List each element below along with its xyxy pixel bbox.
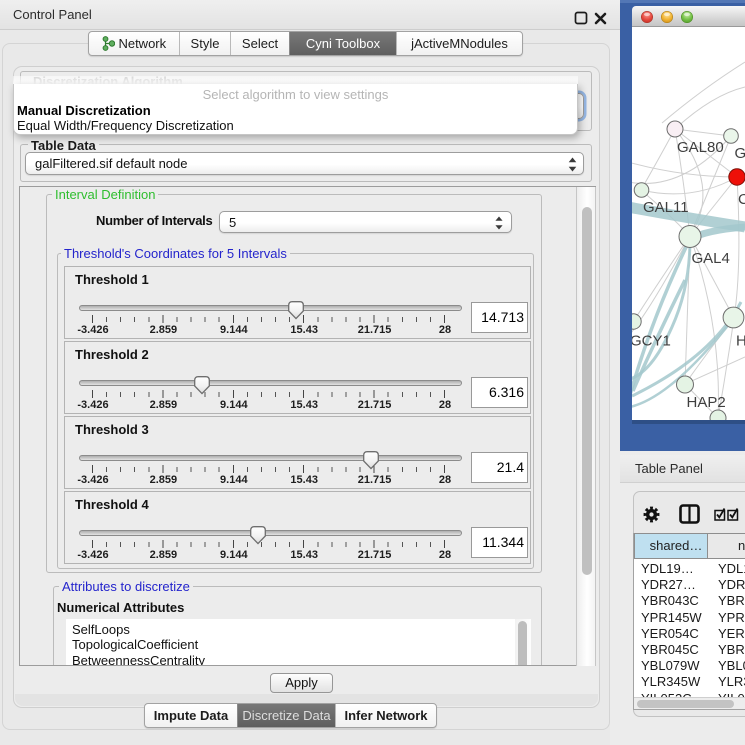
svg-text:C: C [738, 191, 745, 208]
svg-text:GAL11: GAL11 [643, 199, 689, 216]
svg-text:GAL4: GAL4 [692, 250, 730, 267]
svg-text:H: H [736, 333, 745, 350]
svg-text:HAP2: HAP2 [687, 394, 726, 411]
svg-text:GCY1: GCY1 [632, 333, 671, 350]
svg-text:GAL80: GAL80 [677, 139, 724, 156]
svg-text:GA: GA [735, 145, 745, 162]
